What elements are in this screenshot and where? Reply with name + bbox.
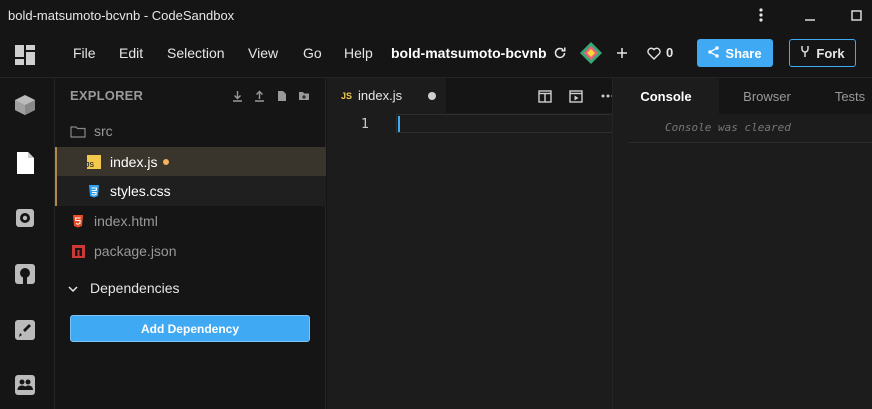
menu-go[interactable]: Go — [303, 45, 322, 61]
tab-tests[interactable]: Tests — [815, 78, 872, 114]
menu-file[interactable]: File — [73, 45, 96, 61]
window-title: bold-matsumoto-bcvnb - CodeSandbox — [8, 8, 235, 23]
project-name[interactable]: bold-matsumoto-bcvnb — [391, 45, 547, 61]
minimize-icon[interactable] — [801, 6, 819, 24]
dependencies-section-header[interactable]: Dependencies — [68, 280, 180, 296]
fork-icon — [800, 45, 810, 61]
share-icon — [708, 45, 720, 61]
deploy-rocket-icon[interactable] — [13, 318, 37, 342]
file-name: index.html — [94, 213, 158, 229]
split-editor-icon[interactable] — [537, 88, 553, 104]
unsaved-indicator-dot — [163, 159, 170, 165]
explorer-title: EXPLORER — [70, 88, 144, 103]
menu-view[interactable]: View — [248, 45, 278, 61]
svg-text:JS: JS — [87, 162, 94, 169]
menu-help[interactable]: Help — [344, 45, 373, 61]
tab-console[interactable]: Console — [613, 78, 719, 114]
settings-gear-icon[interactable] — [13, 206, 37, 230]
like-count: 0 — [666, 45, 674, 60]
css-file-icon — [86, 183, 102, 199]
plus-icon[interactable] — [614, 45, 630, 61]
heart-icon[interactable] — [646, 46, 662, 60]
menu-edit[interactable]: Edit — [119, 45, 143, 61]
console-message: Console was cleared — [665, 121, 791, 134]
fork-button[interactable]: Fork — [789, 39, 856, 67]
file-row-package-json[interactable]: package.json — [55, 236, 326, 266]
upload-icon[interactable] — [253, 89, 266, 102]
preview-tab-bar: Console Browser Tests — [613, 78, 872, 114]
project-info-icon[interactable] — [13, 93, 37, 117]
file-row-index-html[interactable]: index.html — [55, 206, 326, 236]
file-row-styles-css[interactable]: styles.css — [55, 176, 326, 206]
live-share-people-icon[interactable] — [13, 373, 37, 397]
npm-file-icon — [70, 243, 86, 259]
explorer-panel: EXPLORER src JS index.js styles.css inde… — [55, 78, 326, 409]
download-icon[interactable] — [231, 89, 244, 102]
js-file-icon: JS — [86, 154, 102, 170]
kebab-menu-icon[interactable] — [752, 6, 770, 24]
unsaved-indicator-dot — [428, 92, 436, 100]
template-logo-icon[interactable] — [579, 41, 603, 65]
file-row-src[interactable]: src — [55, 116, 326, 146]
code-editor: JS index.js 1 — [327, 78, 625, 409]
dependencies-label: Dependencies — [90, 280, 180, 296]
tab-browser[interactable]: Browser — [719, 78, 815, 114]
html-file-icon — [70, 213, 86, 229]
github-icon[interactable] — [13, 262, 37, 286]
chevron-down-icon — [68, 280, 78, 296]
new-folder-icon[interactable] — [297, 89, 310, 102]
file-name: index.js — [110, 154, 158, 170]
folder-icon — [70, 123, 86, 139]
editor-tab-index-js[interactable]: JS index.js — [327, 78, 446, 113]
file-row-index-js[interactable]: JS index.js — [55, 147, 326, 177]
window-titlebar: bold-matsumoto-bcvnb - CodeSandbox — [0, 0, 872, 31]
refresh-icon[interactable] — [552, 45, 568, 61]
new-file-icon[interactable] — [275, 89, 288, 102]
add-dependency-button[interactable]: Add Dependency — [70, 315, 310, 342]
explorer-file-icon[interactable] — [13, 151, 37, 175]
file-name: package.json — [94, 243, 177, 259]
menu-selection[interactable]: Selection — [167, 45, 225, 61]
preview-panel: Console Browser Tests Console was cleare… — [612, 78, 872, 409]
file-name: src — [94, 123, 113, 139]
codesandbox-logo-icon[interactable] — [14, 44, 36, 66]
explorer-actions — [231, 89, 310, 102]
editor-tab-bar: JS index.js — [327, 78, 615, 113]
text-cursor — [398, 116, 400, 132]
fork-label: Fork — [816, 45, 845, 61]
js-file-icon: JS — [341, 90, 353, 101]
current-line-highlight[interactable] — [396, 114, 625, 133]
activity-bar — [0, 78, 55, 409]
share-button[interactable]: Share — [697, 39, 773, 67]
open-preview-icon[interactable] — [568, 88, 584, 104]
maximize-icon[interactable] — [847, 6, 865, 24]
file-name: styles.css — [110, 183, 171, 199]
share-label: Share — [725, 45, 762, 61]
line-number: 1 — [361, 117, 369, 132]
tab-label: index.js — [358, 88, 403, 103]
